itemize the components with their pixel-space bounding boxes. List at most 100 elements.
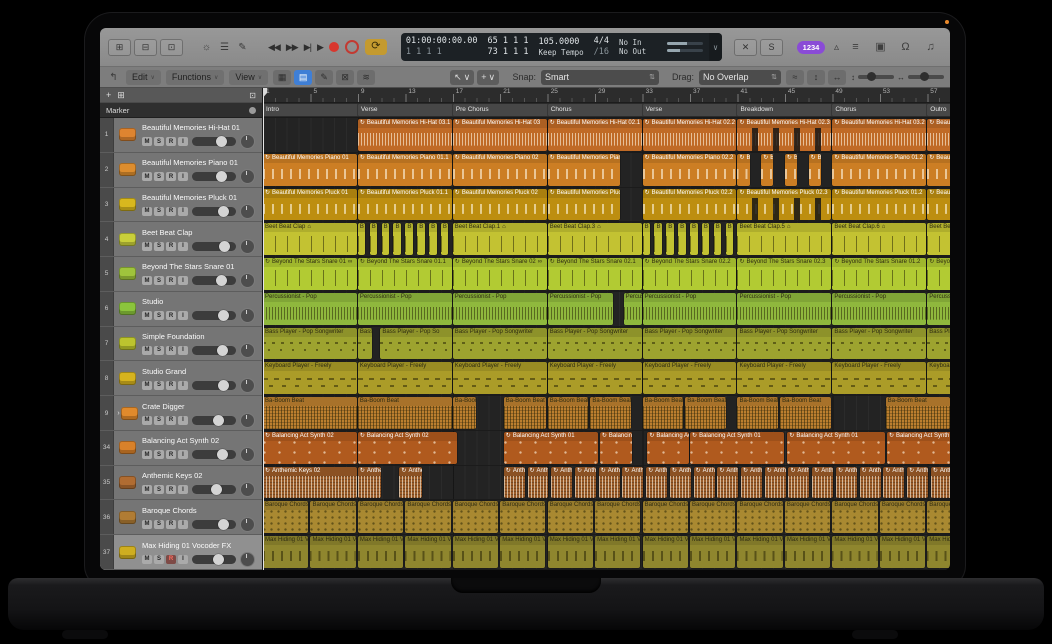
region[interactable]: ↻Anthemic Keys 02 — [551, 467, 572, 499]
region[interactable]: ↻Beautiful Memories Pluck 01.3 — [927, 189, 950, 221]
region[interactable]: Baroque Chords — [785, 501, 830, 533]
track-header-row[interactable]: 7Simple FoundationMSRI — [100, 327, 262, 362]
region[interactable]: ↻Beyond The Stars Snare 01.2 — [832, 258, 926, 290]
region[interactable]: Ba-Boom Beat — [358, 397, 452, 429]
region[interactable]: Baroque Chords — [832, 501, 877, 533]
region[interactable]: ↻Beyond The Stars Snare 02.3 — [737, 258, 831, 290]
region[interactable]: B — [370, 223, 378, 255]
global-tracks-marker-header[interactable]: Marker — [100, 103, 262, 118]
region[interactable]: B — [441, 223, 449, 255]
region[interactable]: Bass Player - Pop Songwriter — [737, 328, 831, 360]
volume-fader-knob[interactable] — [216, 171, 227, 182]
s-button[interactable]: S — [154, 172, 164, 181]
region[interactable]: Baroque Chords — [548, 501, 593, 533]
region[interactable]: ↻Anthemic Keys 02 — [599, 467, 620, 499]
track-header-row[interactable]: 35Anthemic Keys 02MSRI — [100, 466, 262, 501]
region[interactable]: Max Hiding 01 V — [737, 536, 782, 568]
region[interactable]: Baroque Chords — [690, 501, 735, 533]
region[interactable]: ↻Beautiful Memories Pluck 02 — [453, 189, 547, 221]
volume-fader-knob[interactable] — [216, 275, 227, 286]
volume-fader[interactable] — [192, 242, 236, 251]
i-button[interactable]: I — [178, 381, 188, 390]
region[interactable]: ↻Beyond The Stars Snare 02∞ — [453, 258, 547, 290]
region[interactable]: Bass Player — [358, 328, 372, 360]
region[interactable]: ↻Beautiful Memories Piano 01.1 — [358, 154, 452, 186]
region[interactable]: Max Hiding 01 V — [690, 536, 735, 568]
pan-knob[interactable] — [240, 273, 255, 288]
back-icon[interactable]: ↰ — [106, 70, 121, 85]
region[interactable]: Percussionist - Pop — [358, 293, 452, 325]
pan-knob[interactable] — [240, 517, 255, 532]
region[interactable]: Max Hiding 01 V — [453, 536, 498, 568]
region[interactable]: Percussionist - Pop — [548, 293, 613, 325]
waveform-zoom-button[interactable]: ≈ — [786, 70, 804, 85]
region[interactable]: Ba-Boom Beat — [590, 397, 631, 429]
region[interactable]: Percussionist - Pop — [453, 293, 547, 325]
region[interactable]: Bass Player - Pop Songwriter — [548, 328, 642, 360]
region[interactable]: ↻Anthemic Keys 02 — [670, 467, 691, 499]
region[interactable]: ↻Anthemic Keys 02 — [812, 467, 833, 499]
s-button[interactable]: S — [154, 520, 164, 529]
region[interactable]: ↻Beautiful Memories Hi-Hat 03.2 — [832, 119, 926, 151]
command-click-tool-menu[interactable]: +∨ — [477, 70, 499, 85]
region[interactable]: ↻Beautiful Memories Piano — [737, 154, 749, 186]
left-click-tool-menu[interactable]: ↖∨ — [450, 70, 474, 85]
volume-fader-knob[interactable] — [219, 241, 230, 252]
region[interactable]: ↻Beyond The Stars Snare 02.2 — [643, 258, 737, 290]
region[interactable]: ↻Beyond The Stars Snare 01.1 — [358, 258, 452, 290]
rewind-button[interactable]: ◀◀ — [268, 42, 280, 53]
region[interactable]: Percussionist — [624, 293, 642, 325]
pan-knob[interactable] — [240, 239, 255, 254]
disclosure-chevron-icon[interactable]: › — [117, 410, 119, 417]
region[interactable]: Baroque Chords — [927, 501, 950, 533]
region[interactable]: ↻Beautiful Memories Pluck 02 — [548, 189, 621, 221]
region[interactable]: B — [714, 223, 722, 255]
horizontal-zoom-slider[interactable]: ↔ — [897, 73, 944, 82]
region[interactable]: Percussionist - Pop — [263, 293, 357, 325]
editors-button[interactable]: ✎ — [235, 40, 250, 55]
region[interactable]: Keyboard Player - Freely — [737, 362, 831, 394]
volume-fader[interactable] — [192, 450, 236, 459]
region[interactable]: ↻Anthemic Keys 02 — [765, 467, 786, 499]
horizontal-auto-zoom-button[interactable]: ↔ — [828, 70, 846, 85]
region[interactable]: ↻Beautiful Memories Piano — [761, 154, 773, 186]
volume-fader[interactable] — [192, 137, 236, 146]
region[interactable]: Keyboard Player - Freely — [358, 362, 452, 394]
volume-fader[interactable] — [192, 207, 236, 216]
r-button[interactable]: R — [166, 555, 176, 564]
region[interactable]: ↻Beautiful Memories Piano 01.2 — [832, 154, 926, 186]
pan-knob[interactable] — [240, 204, 255, 219]
track-header-row[interactable]: 34Balancing Act Synth 02MSRI — [100, 431, 262, 466]
browsers-button[interactable]: ♫ — [923, 40, 938, 55]
region[interactable]: Bass Player - Pop Songwriter — [832, 328, 926, 360]
i-button[interactable]: I — [178, 137, 188, 146]
region[interactable]: B — [429, 223, 437, 255]
i-button[interactable]: I — [178, 276, 188, 285]
region[interactable]: ↻Beautiful Memories Piano — [809, 154, 821, 186]
vertical-auto-zoom-button[interactable]: ↕ — [807, 70, 825, 85]
flex-button[interactable]: ≋ — [357, 70, 375, 85]
functions-menu[interactable]: Functions ∨ — [166, 70, 224, 85]
lcd-mode-chevron[interactable]: ∨ — [709, 33, 722, 61]
m-button[interactable]: M — [142, 416, 152, 425]
track-header-row[interactable]: 9›Crate DiggerMSRI — [100, 396, 262, 431]
i-button[interactable]: I — [178, 485, 188, 494]
r-button[interactable]: R — [166, 381, 176, 390]
region[interactable]: ↻Beautiful Memories Pluck 02.3 — [737, 189, 831, 221]
region[interactable]: ↻Balancing Act Synth 02 — [263, 432, 357, 464]
region[interactable]: Ba-Boom Beat — [548, 397, 589, 429]
region[interactable]: ↻Beyond The Stars Snare 01∞ — [263, 258, 357, 290]
pan-knob[interactable] — [240, 413, 255, 428]
region[interactable]: ↻Anthemic Keys 02 — [694, 467, 715, 499]
region[interactable]: ↻Balancing Act Synth 01 — [690, 432, 784, 464]
track-header-row[interactable]: 5Beyond The Stars Snare 01MSRI — [100, 257, 262, 292]
region[interactable]: Keyboard Player - Freely — [453, 362, 547, 394]
region[interactable]: Bass Player - Pop Songwriter — [453, 328, 547, 360]
region[interactable]: Keyboard Player - Freely — [927, 362, 950, 394]
m-button[interactable]: M — [142, 137, 152, 146]
region[interactable]: Baroque Chords — [263, 501, 308, 533]
region[interactable]: B — [702, 223, 710, 255]
region[interactable]: Ba-Boom Beat — [780, 397, 831, 429]
m-button[interactable]: M — [142, 555, 152, 564]
pan-knob[interactable] — [240, 308, 255, 323]
